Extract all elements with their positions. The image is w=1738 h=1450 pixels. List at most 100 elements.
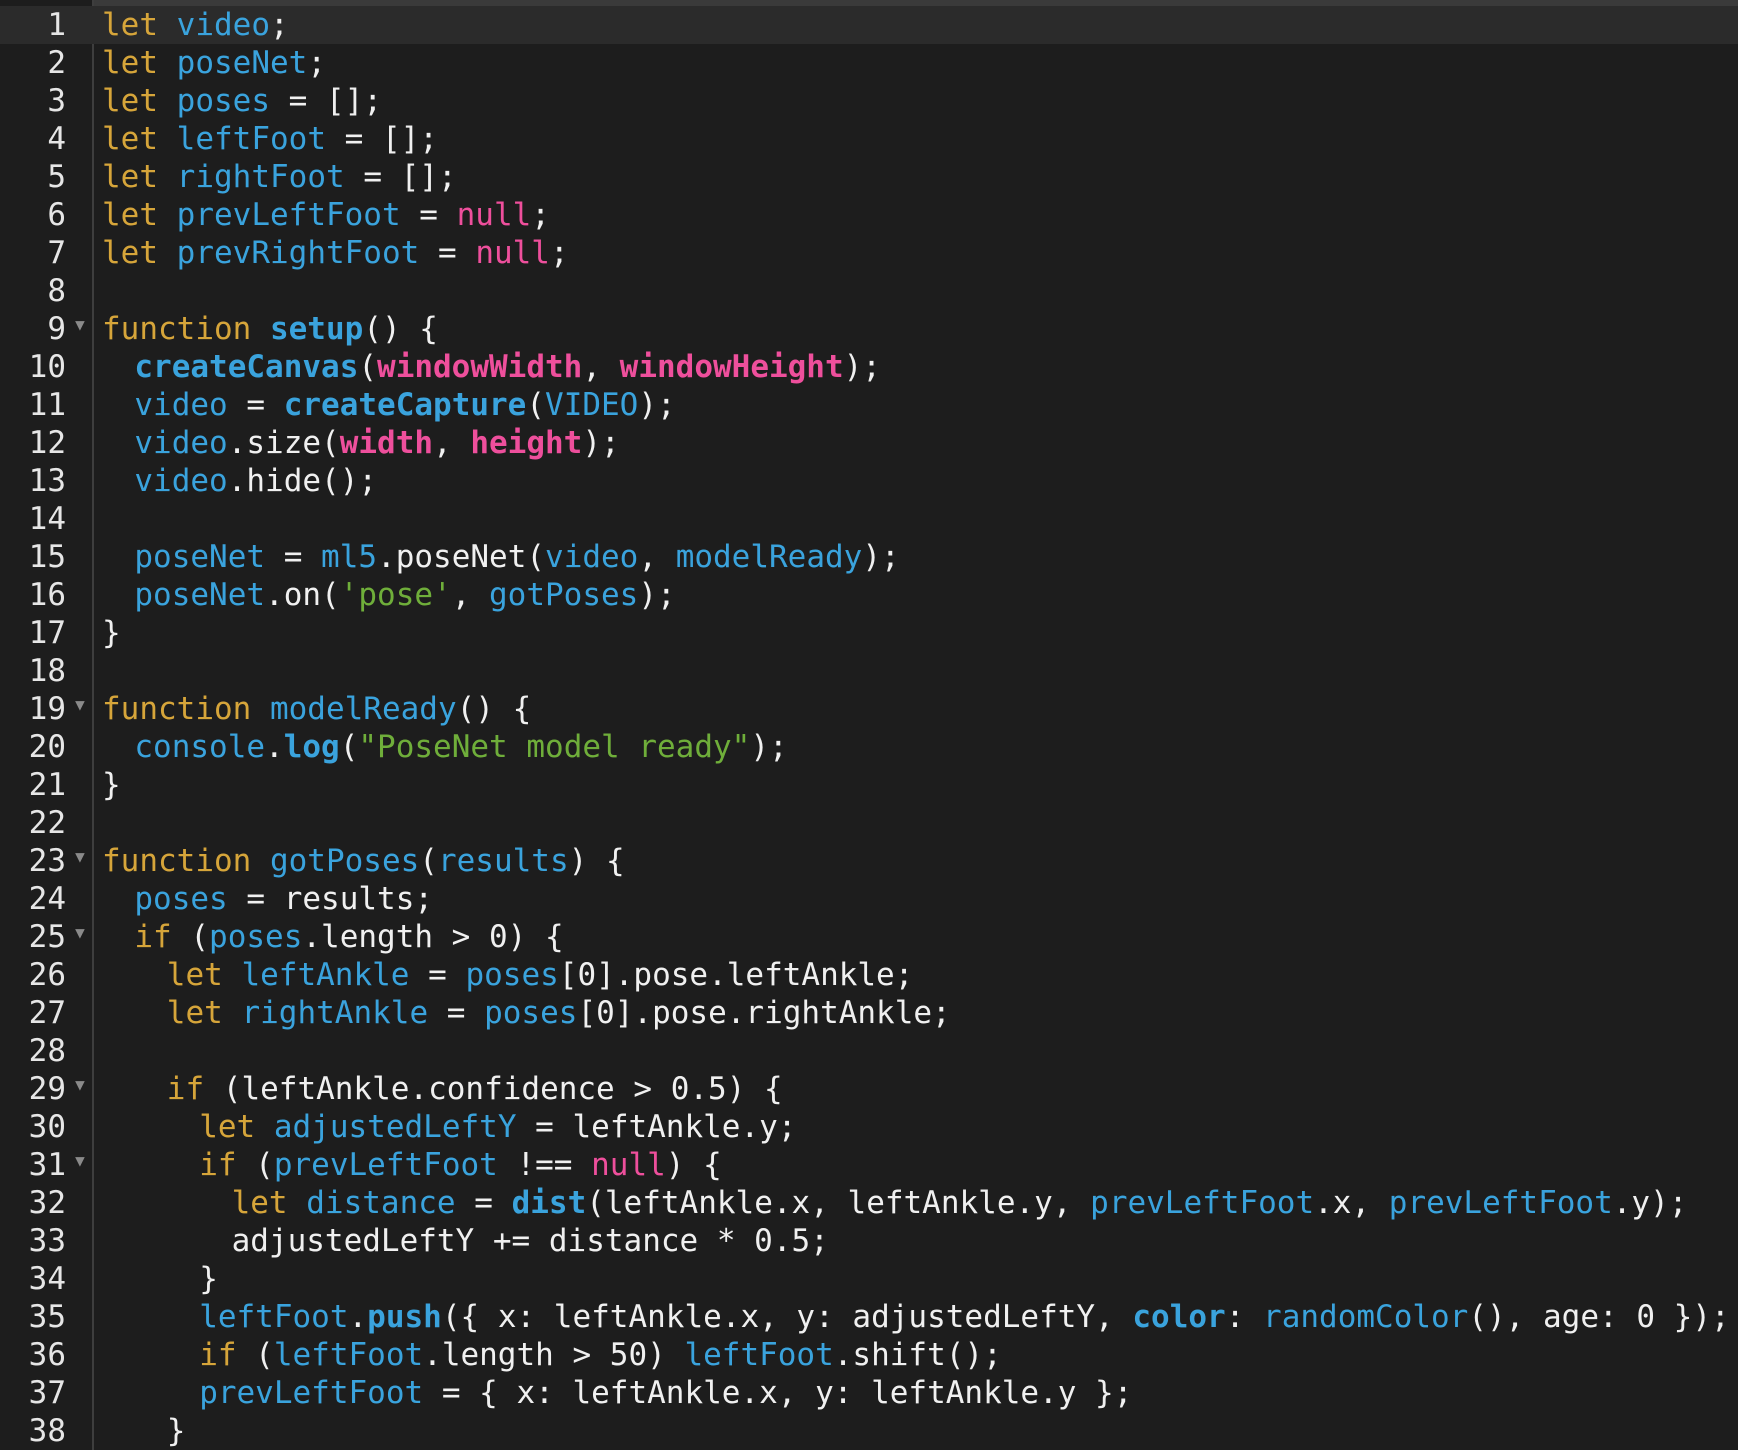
code-editor[interactable]: 1 let video; 2 let poseNet; 3 let poses = [];… — [0, 0, 1738, 1450]
code-text[interactable]: poses = results; — [102, 880, 1738, 918]
code-line[interactable]: 14 — [0, 500, 1738, 538]
code-text[interactable]: prevLeftFoot = { x: leftAnkle.x, y: left… — [102, 1374, 1738, 1412]
line-number: 22 — [28, 805, 66, 841]
code-text[interactable]: poseNet.on('pose', gotPoses); — [102, 576, 1738, 614]
code-text[interactable]: } — [102, 766, 1732, 804]
code-line[interactable]: 33 adjustedLeftY += distance * 0.5; — [0, 1222, 1738, 1260]
code-line[interactable]: 36 if (leftFoot.length > 50) leftFoot.shi… — [0, 1336, 1738, 1374]
code-text[interactable]: createCanvas(windowWidth, windowHeight); — [102, 348, 1738, 386]
code-text[interactable]: let rightAnkle = poses[0].pose.rightAnkl… — [102, 994, 1738, 1032]
code-line[interactable]: 35 leftFoot.push({ x: leftAnkle.x, y: adj… — [0, 1298, 1738, 1336]
code-line[interactable]: 1 let video; — [0, 6, 1738, 44]
code-text[interactable]: video.hide(); — [102, 462, 1738, 500]
code-line[interactable]: 25 ▼ if (poses.length > 0) { — [0, 918, 1738, 956]
code-text[interactable]: let rightFoot = []; — [102, 158, 1732, 196]
line-number: 14 — [28, 501, 66, 537]
code-line[interactable]: 23 ▼ function gotPoses(results) { — [0, 842, 1738, 880]
code-text[interactable]: } — [102, 614, 1732, 652]
code-text[interactable]: if (poses.length > 0) { — [102, 918, 1738, 956]
code-text[interactable]: adjustedLeftY += distance * 0.5; — [102, 1222, 1738, 1260]
code-line[interactable]: 37 prevLeftFoot = { x: leftAnkle.x, y: le… — [0, 1374, 1738, 1412]
code-line[interactable]: 11 video = createCapture(VIDEO); — [0, 386, 1738, 424]
code-line[interactable]: 27 let rightAnkle = poses[0].pose.rightAn… — [0, 994, 1738, 1032]
code-text[interactable]: leftFoot.push({ x: leftAnkle.x, y: adjus… — [102, 1298, 1738, 1336]
identifier-token: rightAnkle — [241, 995, 429, 1031]
code-text[interactable]: let leftAnkle = poses[0].pose.leftAnkle; — [102, 956, 1738, 994]
code-line[interactable]: 28 — [0, 1032, 1738, 1070]
fold-toggle-icon[interactable]: ▼ — [70, 1146, 90, 1176]
plain-text-token: adjustedLeftY += distance * 0.5; — [231, 1223, 829, 1259]
code-line[interactable]: 22 — [0, 804, 1738, 842]
code-line[interactable]: 21} — [0, 766, 1738, 804]
identifier-token: VIDEO — [545, 387, 639, 423]
plain-text-token: = — [455, 1185, 512, 1221]
fold-toggle-icon[interactable]: ▼ — [70, 1070, 90, 1100]
code-line[interactable]: 19 ▼ function modelReady() { — [0, 690, 1738, 728]
code-text[interactable]: poseNet = ml5.poseNet(video, modelReady)… — [102, 538, 1738, 576]
fold-toggle-icon[interactable]: ▼ — [70, 918, 90, 948]
code-text[interactable]: if (leftFoot.length > 50) leftFoot.shift… — [102, 1336, 1738, 1374]
code-line[interactable]: 2 let poseNet; — [0, 44, 1738, 82]
code-text[interactable]: let distance = dist(leftAnkle.x, leftAnk… — [102, 1184, 1738, 1222]
code-text[interactable]: video = createCapture(VIDEO); — [102, 386, 1738, 424]
code-line[interactable]: 8 — [0, 272, 1738, 310]
plain-text-token: ( — [358, 349, 378, 385]
code-text[interactable]: function modelReady() { — [102, 690, 1732, 728]
line-number: 27 — [28, 995, 66, 1031]
code-line[interactable]: 12 video.size(width, height); — [0, 424, 1738, 462]
code-line[interactable]: 17} — [0, 614, 1738, 652]
code-line[interactable]: 24 poses = results; — [0, 880, 1738, 918]
code-line[interactable]: 4 let leftFoot = []; — [0, 120, 1738, 158]
null-literal-token: null — [456, 197, 532, 233]
code-text[interactable]: let prevLeftFoot = null; — [102, 196, 1732, 234]
identifier-token: prevRightFoot — [176, 235, 420, 271]
code-line[interactable]: 6 let prevLeftFoot = null; — [0, 196, 1738, 234]
code-line[interactable]: 26 let leftAnkle = poses[0].pose.leftAnkl… — [0, 956, 1738, 994]
code-text[interactable]: function gotPoses(results) { — [102, 842, 1732, 880]
code-line[interactable]: 30 let adjustedLeftY = leftAnkle.y; — [0, 1108, 1738, 1146]
code-text[interactable]: let leftFoot = []; — [102, 120, 1732, 158]
code-text[interactable]: } — [102, 1260, 1738, 1298]
keyword-token: if — [199, 1147, 237, 1183]
identifier-token: gotPoses — [489, 577, 639, 613]
code-line[interactable]: 10 createCanvas(windowWidth, windowHeight… — [0, 348, 1738, 386]
code-line[interactable]: 7 let prevRightFoot = null; — [0, 234, 1738, 272]
code-text[interactable]: console.log("PoseNet model ready"); — [102, 728, 1738, 766]
code-line[interactable]: 32 let distance = dist(leftAnkle.x, leftA… — [0, 1184, 1738, 1222]
code-line[interactable]: 31 ▼ if (prevLeftFoot !== null) { — [0, 1146, 1738, 1184]
code-text[interactable]: let poses = []; — [102, 82, 1732, 120]
code-line[interactable]: 29 ▼ if (leftAnkle.confidence > 0.5) { — [0, 1070, 1738, 1108]
code-line[interactable]: 38} — [0, 1412, 1738, 1450]
line-number: 26 — [28, 957, 66, 993]
code-text[interactable]: let adjustedLeftY = leftAnkle.y; — [102, 1108, 1738, 1146]
code-line[interactable]: 3 let poses = []; — [0, 82, 1738, 120]
code-text[interactable]: video.size(width, height); — [102, 424, 1738, 462]
identifier-token: leftAnkle — [241, 957, 410, 993]
plain-text-token: ); — [638, 577, 676, 613]
builtin-token: width — [339, 425, 434, 461]
code-text[interactable]: let poseNet; — [102, 44, 1732, 82]
plain-text-token: ) { — [568, 843, 625, 879]
fold-toggle-icon[interactable]: ▼ — [70, 842, 90, 872]
code-text[interactable]: if (prevLeftFoot !== null) { — [102, 1146, 1738, 1184]
code-line[interactable]: 18 — [0, 652, 1738, 690]
fold-toggle-icon[interactable]: ▼ — [70, 690, 90, 720]
code-line[interactable]: 5 let rightFoot = []; — [0, 158, 1738, 196]
code-line[interactable]: 13 video.hide(); — [0, 462, 1738, 500]
code-line[interactable]: 34} — [0, 1260, 1738, 1298]
code-text[interactable]: let prevRightFoot = null; — [102, 234, 1732, 272]
plain-text-token: = leftAnkle.y; — [516, 1109, 797, 1145]
line-number: 25 — [28, 919, 66, 955]
code-text[interactable]: function setup() { — [102, 310, 1732, 348]
fold-toggle-icon[interactable]: ▼ — [70, 310, 90, 340]
code-line[interactable]: 9 ▼ function setup() { — [0, 310, 1738, 348]
code-text[interactable]: } — [102, 1412, 1738, 1450]
code-lines[interactable]: 1 let video; 2 let poseNet; 3 let poses = [];… — [0, 6, 1738, 1450]
code-line[interactable]: 16 poseNet.on('pose', gotPoses); — [0, 576, 1738, 614]
plain-text-token: ( — [236, 1337, 274, 1373]
identifier-token: gotPoses — [269, 843, 420, 879]
code-line[interactable]: 15 poseNet = ml5.poseNet(video, modelRead… — [0, 538, 1738, 576]
code-line[interactable]: 20 console.log("PoseNet model ready"); — [0, 728, 1738, 766]
code-text[interactable]: let video; — [102, 6, 1732, 44]
code-text[interactable]: if (leftAnkle.confidence > 0.5) { — [102, 1070, 1738, 1108]
